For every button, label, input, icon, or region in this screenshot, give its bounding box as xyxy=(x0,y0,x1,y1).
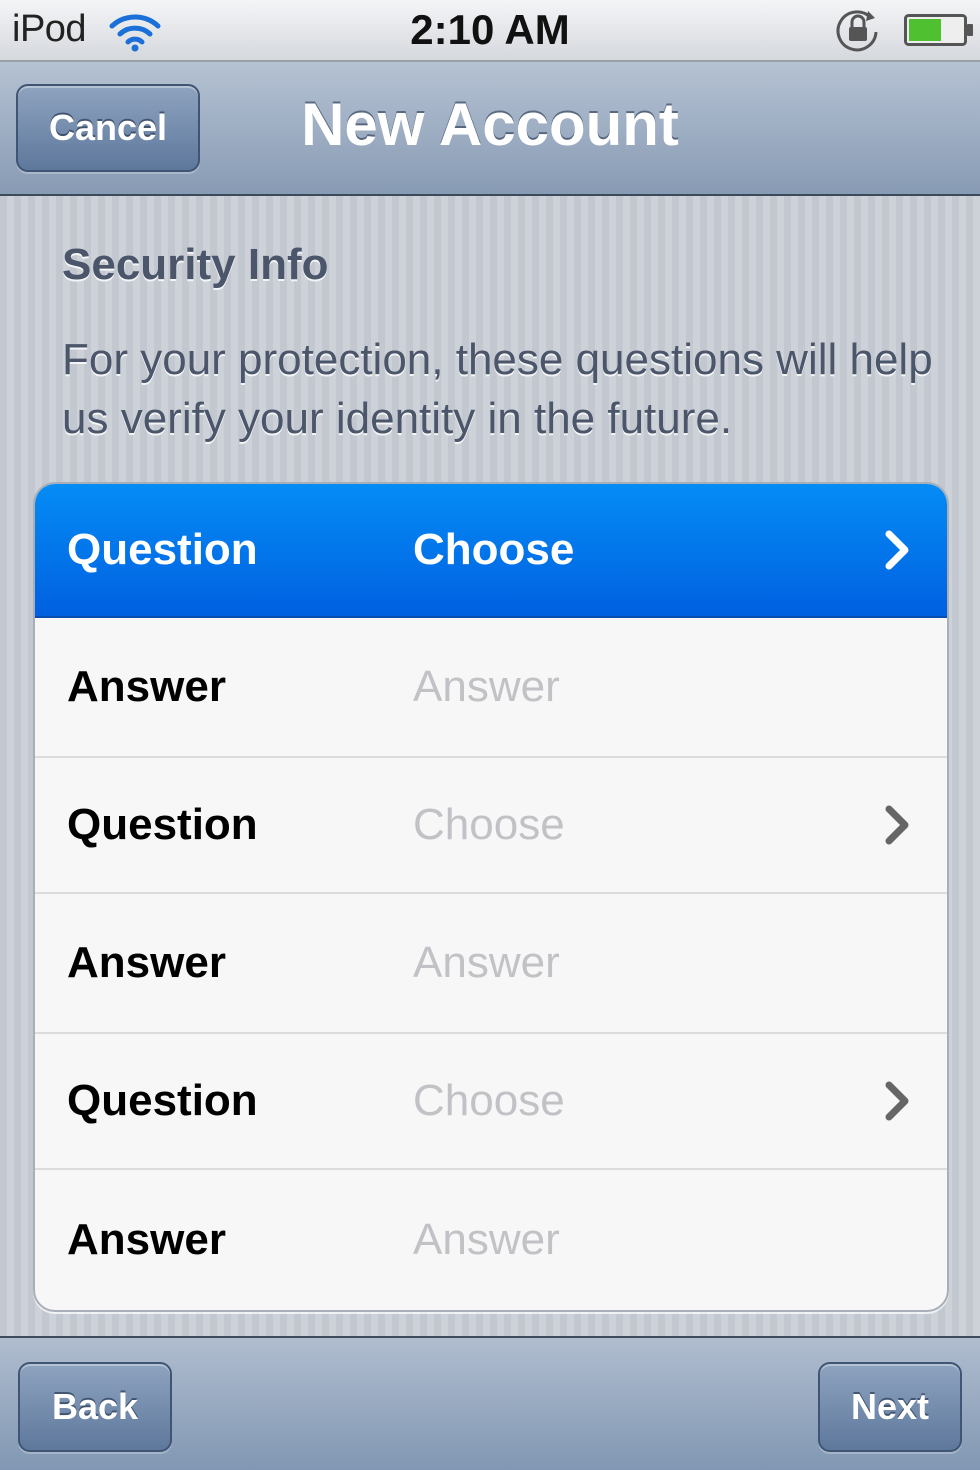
next-button[interactable]: Next xyxy=(818,1362,962,1452)
answer-field[interactable]: Answer xyxy=(413,662,560,712)
content-area: Security Info For your protection, these… xyxy=(0,196,980,1336)
question-selector[interactable]: Choose xyxy=(413,1076,565,1126)
row-label: Answer xyxy=(67,938,226,987)
rotation-lock-icon xyxy=(836,10,878,52)
section-description: For your protection, these questions wil… xyxy=(62,335,933,443)
page-title: New Account xyxy=(301,91,679,158)
answer-row-1[interactable]: Answer Answer xyxy=(35,618,947,758)
chevron-right-icon xyxy=(885,805,909,845)
answer-row-3[interactable]: Answer Answer xyxy=(35,1170,947,1310)
chevron-right-icon xyxy=(885,1081,909,1121)
question-selector[interactable]: Choose xyxy=(413,800,565,850)
question-selector[interactable]: Choose xyxy=(413,525,574,575)
question-row-3[interactable]: Question Choose xyxy=(35,1034,947,1170)
row-label: Question xyxy=(67,525,258,574)
answer-row-2[interactable]: Answer Answer xyxy=(35,894,947,1034)
status-bar: iPod 2:10 AM xyxy=(0,0,980,62)
row-label: Question xyxy=(67,800,258,849)
answer-field[interactable]: Answer xyxy=(413,938,560,988)
row-label: Answer xyxy=(67,1215,226,1264)
battery-icon xyxy=(904,14,973,46)
answer-field[interactable]: Answer xyxy=(413,1215,560,1265)
navigation-bar: Cancel New Account xyxy=(0,62,980,196)
question-row-2[interactable]: Question Choose xyxy=(35,758,947,894)
chevron-right-icon xyxy=(885,530,909,570)
back-button[interactable]: Back xyxy=(18,1362,172,1452)
section-title: Security Info xyxy=(62,240,329,289)
bottom-toolbar: Back Next xyxy=(0,1336,980,1470)
row-label: Question xyxy=(67,1076,258,1125)
security-questions-table: Question Choose Answer Answer Question C… xyxy=(33,482,949,1312)
row-label: Answer xyxy=(67,662,226,711)
question-row-1[interactable]: Question Choose xyxy=(35,484,947,618)
